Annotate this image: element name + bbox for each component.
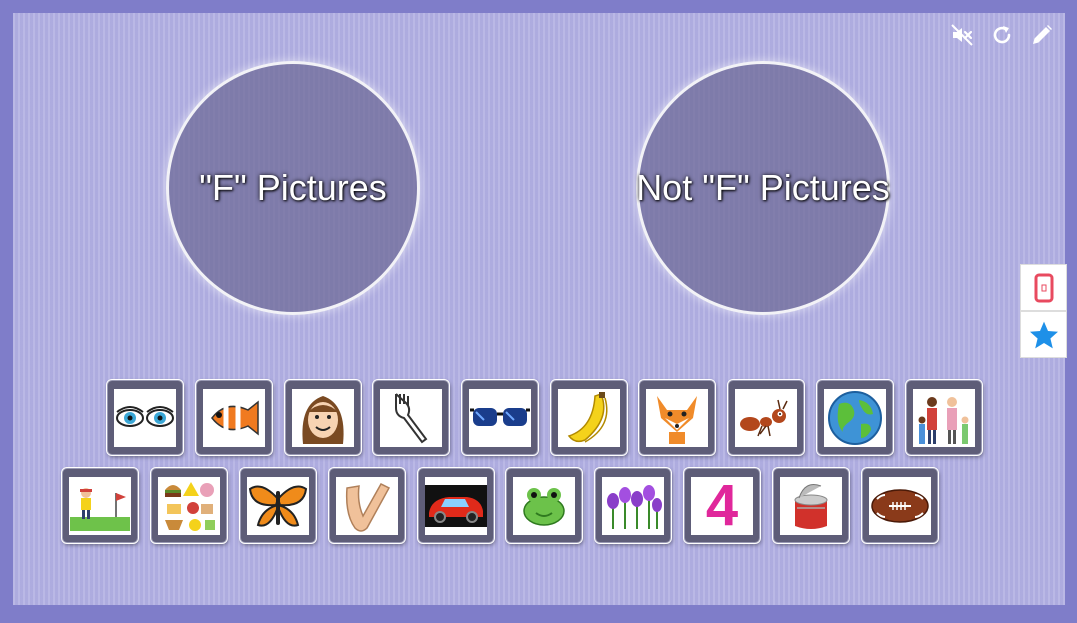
card-fox[interactable] (639, 380, 715, 455)
card-food[interactable] (151, 468, 227, 543)
favorite-button[interactable] (1020, 311, 1067, 358)
card-bananas[interactable] (551, 380, 627, 455)
card-can[interactable] (773, 468, 849, 543)
card-flowers[interactable] (595, 468, 671, 543)
card-earth[interactable] (817, 380, 893, 455)
card-eyes[interactable] (107, 380, 183, 455)
golf-image (70, 487, 130, 531)
card-car[interactable] (418, 468, 494, 543)
card-ant[interactable] (728, 380, 804, 455)
card-football[interactable] (862, 468, 938, 543)
family-image (918, 396, 969, 444)
football-image (871, 488, 929, 523)
can-image (794, 483, 828, 529)
card-four[interactable]: 4 (684, 468, 760, 543)
car-image (425, 484, 487, 527)
food-image (165, 481, 215, 531)
refresh-icon[interactable] (989, 22, 1015, 48)
card-fork[interactable] (373, 380, 449, 455)
eyes-image (116, 405, 174, 427)
card-elbow[interactable] (329, 468, 405, 543)
bananas-image (567, 391, 608, 443)
card-sunglasses[interactable] (462, 380, 538, 455)
ant-image (740, 399, 788, 436)
sunglasses-image (470, 407, 530, 426)
card-butterfly[interactable] (240, 468, 316, 543)
earth-image (828, 390, 882, 445)
fox-image (657, 395, 697, 444)
drop-zone-label: Not "F" Pictures (636, 167, 890, 208)
fish-image (211, 399, 259, 436)
card-family[interactable] (906, 380, 982, 455)
four-digit: 4 (705, 476, 739, 535)
star-icon (1029, 321, 1058, 348)
drop-zone-not-f-pictures[interactable]: Not "F" Pictures (636, 61, 890, 315)
bottom-border (0, 605, 1077, 623)
card-golf[interactable] (62, 468, 138, 543)
card-face[interactable] (285, 380, 361, 455)
device-button[interactable] (1020, 264, 1067, 311)
elbow-image (345, 482, 391, 532)
drop-zone-f-pictures[interactable]: "F" Pictures (166, 61, 420, 315)
face-image (302, 395, 344, 444)
frog-image (523, 487, 565, 526)
top-toolbar (949, 22, 1055, 48)
pencil-icon[interactable] (1029, 22, 1055, 48)
card-frog[interactable] (506, 468, 582, 543)
drop-zone-label: "F" Pictures (199, 167, 387, 208)
fork-image (395, 392, 428, 443)
card-fish[interactable] (196, 380, 272, 455)
phone-icon (1034, 273, 1053, 302)
flowers-image (607, 484, 662, 529)
butterfly-image (248, 485, 308, 527)
mute-icon[interactable] (949, 22, 975, 48)
